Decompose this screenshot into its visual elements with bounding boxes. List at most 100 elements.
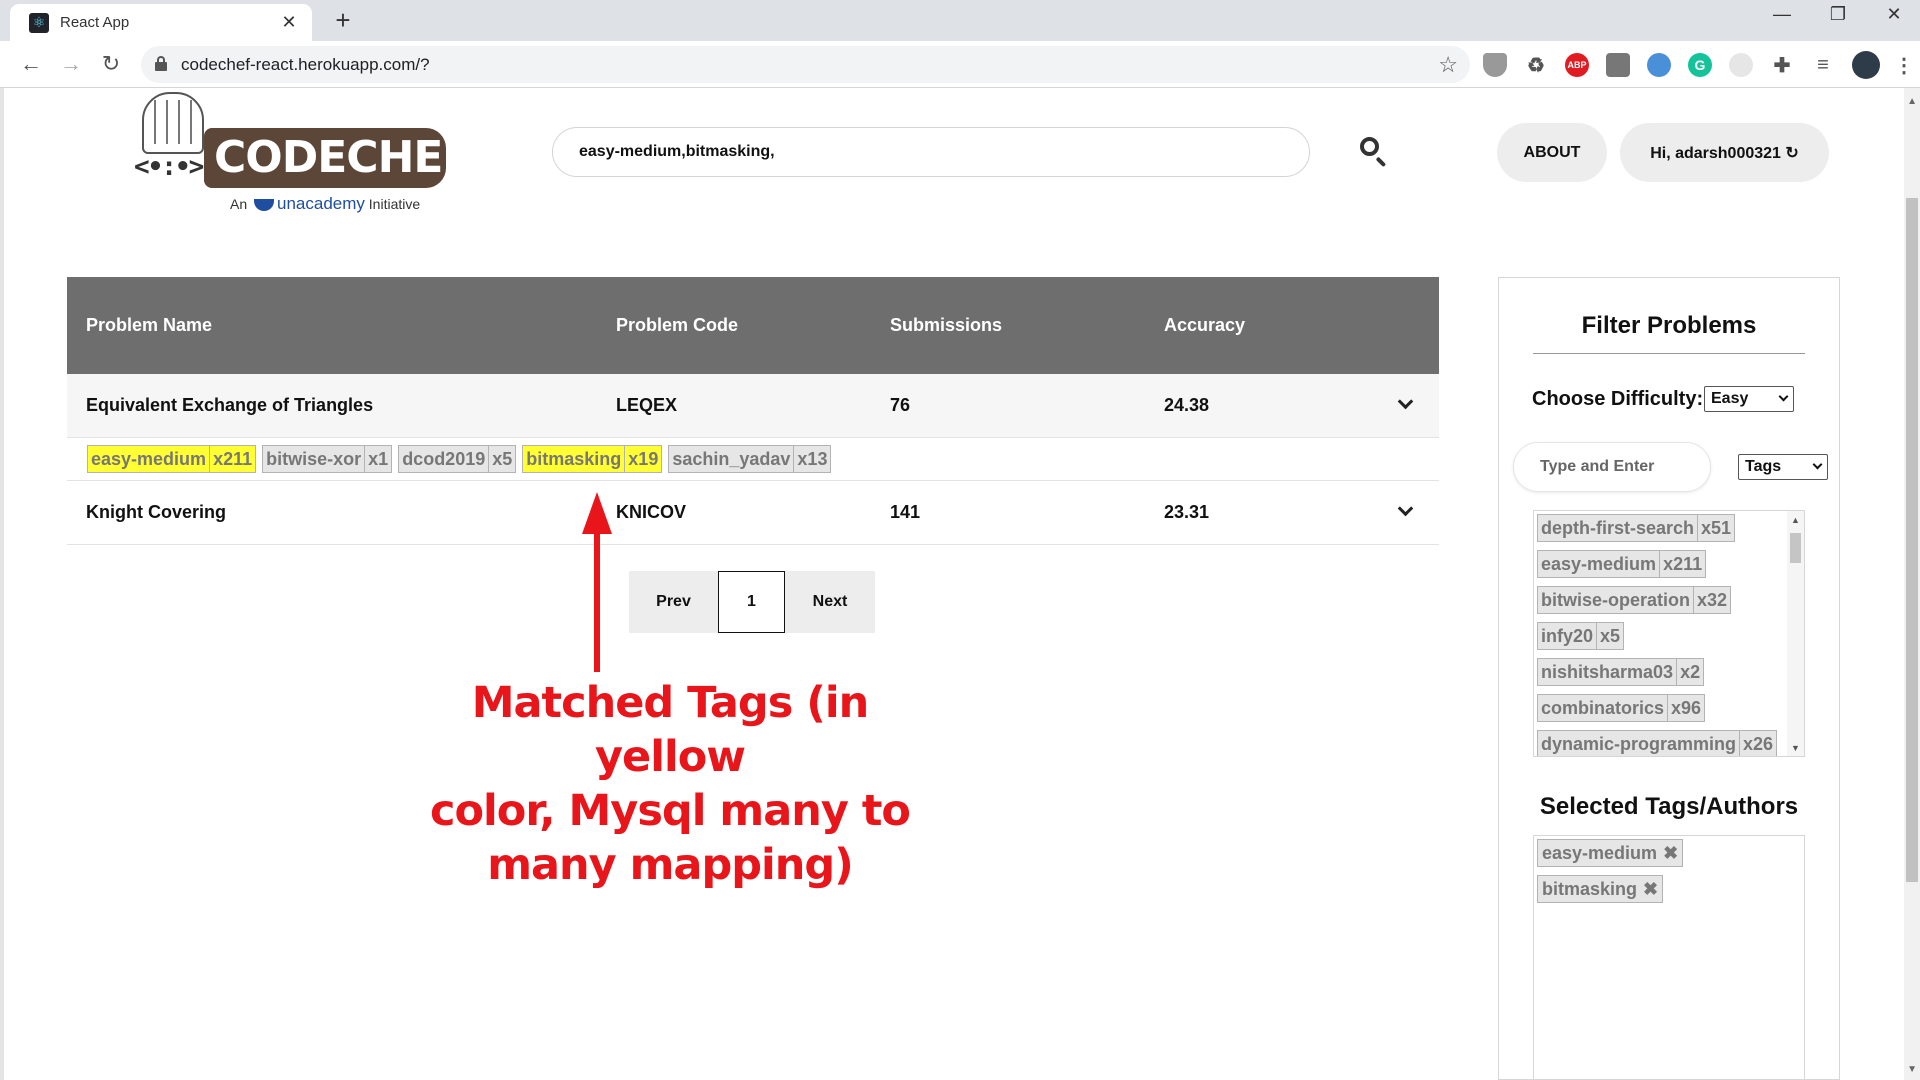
problem-tags-row: easy-medium x211 bitwise-xor x1 dcod2019 x5… (67, 438, 1439, 481)
tag-chip[interactable]: depth-first-search x51 (1537, 514, 1736, 542)
tag-count: x5 (1596, 623, 1623, 649)
chef-face-icon: <•:•> (134, 152, 204, 182)
tab-title: React App (60, 14, 130, 31)
codechef-logo[interactable]: <•:•> CODECHEF An unacademy Initiative (134, 92, 473, 220)
logo-tagline-brand: unacademy (277, 194, 365, 213)
table-row[interactable]: Equivalent Exchange of Triangles LEQEX 7… (67, 374, 1439, 438)
available-tags-list[interactable]: depth-first-search x51 easy-medium x211 bi… (1533, 510, 1805, 757)
filter-title: Filter Problems (1581, 312, 1757, 339)
logo-tagline: An unacademy Initiative (230, 194, 420, 214)
tag-chip[interactable]: nishitsharma03 x2 (1537, 658, 1705, 686)
browser-tab[interactable]: ⚛ React App ✕ (10, 4, 312, 41)
annotation-arrow-shaft (594, 526, 600, 672)
difficulty-select[interactable]: Easy (1704, 386, 1794, 412)
prev-page-button[interactable]: Prev (629, 571, 718, 633)
bookmark-star-icon[interactable]: ☆ (1438, 52, 1458, 78)
scroll-down-icon[interactable]: ▼ (1907, 1064, 1917, 1075)
address-bar[interactable]: codechef-react.herokuapp.com/? ☆ (141, 46, 1470, 83)
more-menu-icon[interactable]: ⋮ (1892, 53, 1916, 77)
recycle-extension-icon[interactable]: ♻ (1524, 53, 1548, 77)
column-header-submissions: Submissions (890, 315, 1003, 335)
tag-count: x1 (364, 446, 391, 472)
user-logout-button[interactable]: Hi, adarsh000321 ↻ (1620, 123, 1829, 182)
clock-extension-icon[interactable] (1729, 53, 1753, 77)
minimize-icon[interactable]: — (1760, 4, 1804, 25)
next-page-button[interactable]: Next (785, 571, 875, 633)
close-tab-icon[interactable]: ✕ (278, 12, 300, 33)
close-window-icon[interactable]: ✕ (1872, 4, 1916, 25)
shield-extension-icon[interactable] (1483, 53, 1507, 77)
annotation-line: color, Mysql many to (430, 786, 911, 836)
grammarly-extension-icon[interactable]: G (1688, 53, 1712, 77)
about-button[interactable]: ABOUT (1497, 123, 1607, 182)
scroll-up-icon[interactable]: ▲ (1907, 96, 1917, 107)
edge-extension-icon[interactable] (1647, 53, 1671, 77)
reload-icon[interactable]: ↻ (96, 49, 126, 79)
selected-tag-name: easy-medium (1542, 842, 1658, 863)
table-row[interactable]: Knight Covering KNICOV 141 23.31 (67, 481, 1439, 545)
problem-name[interactable]: Equivalent Exchange of Triangles (67, 395, 616, 416)
filter-panel: Filter Problems Choose Difficulty: Easy … (1498, 277, 1840, 1080)
tag-count: x26 (1739, 731, 1776, 756)
lock-icon[interactable] (155, 56, 167, 71)
page-scroll-thumb[interactable] (1906, 198, 1918, 882)
chevron-down-icon[interactable] (1398, 503, 1412, 517)
remove-tag-icon[interactable]: ✖ (1663, 843, 1678, 864)
forward-icon[interactable]: → (56, 49, 86, 79)
tag-chip[interactable]: sachin_yadav x13 (668, 445, 832, 473)
page-number-button[interactable]: 1 (718, 571, 785, 633)
tags-scroll-thumb[interactable] (1790, 533, 1801, 563)
tag-name: infy20 (1541, 626, 1594, 646)
problem-name[interactable]: Knight Covering (67, 502, 616, 523)
back-icon[interactable]: ← (16, 49, 46, 79)
annotation-line: Matched Tags (in yellow (471, 678, 870, 782)
camera-extension-icon[interactable] (1606, 53, 1630, 77)
remove-tag-icon[interactable]: ✖ (1643, 879, 1658, 900)
profile-avatar-icon[interactable] (1852, 51, 1880, 79)
tag-name: combinatorics (1541, 698, 1665, 718)
tag-chip[interactable]: bitwise-xor x1 (262, 445, 393, 473)
search-input[interactable] (552, 127, 1310, 177)
react-logo-icon: ⚛ (29, 12, 49, 33)
scroll-up-icon[interactable]: ▲ (1791, 515, 1800, 525)
column-header-problem-code: Problem Code (616, 315, 739, 335)
tag-name: bitmasking (526, 449, 622, 469)
annotation-text: Matched Tags (in yellow color, Mysql man… (400, 676, 940, 892)
restore-icon[interactable]: ❐ (1816, 4, 1860, 25)
tag-count: x211 (209, 446, 255, 472)
tag-chip[interactable]: easy-medium x211 (1537, 550, 1707, 578)
tag-type-select[interactable]: Tags (1738, 454, 1828, 480)
tag-name: bitwise-operation (1541, 590, 1691, 610)
unacademy-icon (254, 199, 275, 212)
tags-scrollbar[interactable]: ▲ ▼ (1787, 511, 1804, 756)
url-text[interactable]: codechef-react.herokuapp.com/? (181, 55, 430, 75)
search-icon[interactable] (1360, 137, 1390, 168)
tag-name: easy-medium (1541, 554, 1657, 574)
puzzle-extensions-icon[interactable]: ✚ (1770, 53, 1794, 77)
column-header-accuracy: Accuracy (1164, 315, 1246, 335)
tag-name: depth-first-search (1541, 518, 1695, 538)
media-queue-icon[interactable]: ≡ (1811, 53, 1835, 77)
problems-table: Problem Name Problem Code Submissions Ac… (67, 277, 1439, 545)
tag-chip[interactable]: dcod2019 x5 (398, 445, 517, 473)
tag-chip[interactable]: bitmasking x19 (522, 445, 663, 473)
difficulty-label: Choose Difficulty: (1532, 388, 1704, 410)
tag-type-value: Tags (1745, 458, 1782, 475)
chevron-down-icon[interactable] (1398, 396, 1412, 410)
tag-count: x19 (624, 446, 661, 472)
scroll-down-icon[interactable]: ▼ (1791, 743, 1800, 753)
new-tab-button[interactable]: + (329, 7, 357, 35)
tag-chip[interactable]: easy-medium x211 (87, 445, 257, 473)
tag-count: x2 (1676, 659, 1703, 685)
tag-search-input[interactable] (1513, 442, 1711, 492)
problem-submissions: 76 (890, 395, 911, 415)
adblock-extension-icon[interactable]: ABP (1565, 53, 1589, 77)
tag-chip[interactable]: bitwise-operation x32 (1537, 586, 1732, 614)
page-left-border (0, 88, 4, 1080)
tag-chip[interactable]: infy20 x5 (1537, 622, 1625, 650)
tag-chip[interactable]: dynamic-programming x26 (1537, 730, 1778, 756)
tag-name: nishitsharma03 (1541, 662, 1674, 682)
chevron-down-icon (1812, 459, 1823, 470)
tag-chip[interactable]: combinatorics x96 (1537, 694, 1706, 722)
page-scrollbar[interactable]: ▲ ▼ (1904, 88, 1920, 1080)
